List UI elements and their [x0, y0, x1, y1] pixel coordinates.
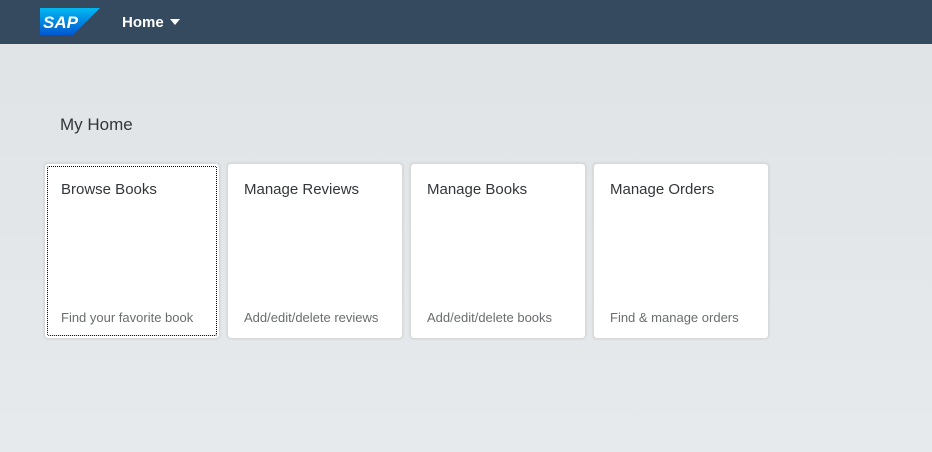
tile-title: Browse Books — [61, 181, 157, 198]
home-menu-label: Home — [122, 13, 164, 31]
tile-title: Manage Orders — [610, 181, 715, 198]
tile-subtitle: Add/edit/delete reviews — [244, 310, 379, 325]
tile-subtitle: Add/edit/delete books — [427, 310, 553, 325]
tile-manage-reviews[interactable]: Manage Reviews Add/edit/delete reviews — [227, 163, 403, 339]
chevron-down-icon — [169, 19, 180, 25]
tile-manage-orders[interactable]: Manage Orders Find & manage orders — [593, 163, 769, 339]
tile-title: Manage Reviews — [244, 181, 360, 198]
tile-container: Browse Books Find your favorite book Man… — [44, 163, 769, 339]
page-title: My Home — [60, 115, 133, 134]
sap-logo[interactable]: SAP — [40, 8, 100, 35]
tile-subtitle: Find & manage orders — [610, 310, 739, 325]
tile-title: Manage Books — [427, 181, 528, 198]
shell-bar: SAP Home — [0, 0, 932, 44]
home-menu-button[interactable]: Home — [122, 0, 180, 44]
tile-browse-books[interactable]: Browse Books Find your favorite book — [44, 163, 220, 339]
sap-logo-text: SAP — [43, 13, 79, 32]
tile-subtitle: Find your favorite book — [61, 310, 194, 325]
tile-manage-books[interactable]: Manage Books Add/edit/delete books — [410, 163, 586, 339]
